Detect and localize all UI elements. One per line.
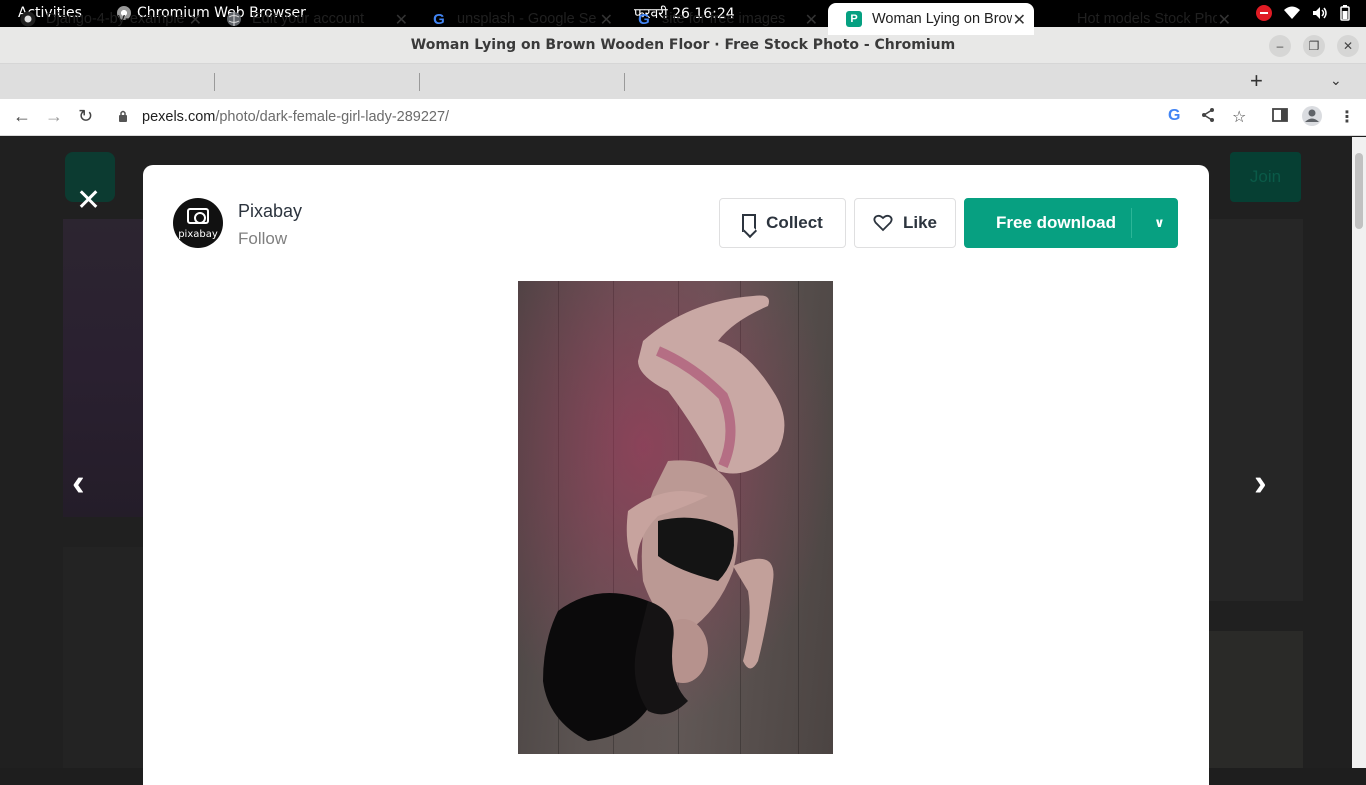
main-photo[interactable] [518,281,833,754]
tab-separator [214,73,215,91]
unsplash-icon [1052,12,1066,26]
background-join-button: Join [1230,152,1301,202]
like-label: Like [902,213,938,232]
collect-button[interactable]: Collect [719,198,846,248]
bookmark-star-icon[interactable]: ☆ [1232,107,1246,127]
scrollbar-thumb[interactable] [1355,153,1363,229]
address-bar[interactable]: pexels.com/photo/dark-female-girl-lady-2… [108,102,1258,132]
camera-icon [187,208,209,224]
globe-icon [227,12,241,26]
download-label: Free download [996,213,1116,232]
background-photo-tile [1209,631,1303,768]
chevron-down-icon[interactable]: ∨ [1142,215,1177,231]
close-window-button[interactable]: ✕ [1337,35,1359,57]
close-tab-icon[interactable]: ✕ [189,10,202,30]
close-tab-icon[interactable]: ✕ [1013,10,1026,30]
url-path: /photo/dark-female-girl-lady-289227/ [215,109,450,125]
avatar-brand-text: pixabay [178,229,218,240]
woman-figure-illustration [518,281,833,754]
collect-label: Collect [766,213,823,232]
tab-unsplash-search[interactable]: G unsplash - Google Search ✕ [413,3,621,35]
author-avatar[interactable]: pixabay [173,198,223,248]
like-button[interactable]: Like [854,198,956,248]
free-download-button[interactable]: Free download ∨ [964,198,1178,248]
pexels-icon: P [846,11,862,27]
google-icon: G [638,10,650,28]
url-text: pexels.com/photo/dark-female-girl-lady-2… [142,109,449,125]
tab-label: Django-4-by-example [46,11,185,27]
google-icon: G [433,10,445,28]
tab-separator [419,73,420,91]
tab-label: unsplash - Google Search [457,11,597,27]
minimize-button[interactable]: – [1269,35,1291,57]
close-tab-icon[interactable]: ✕ [600,10,613,30]
tab-search-chevron-icon[interactable]: ⌄ [1330,72,1342,89]
close-modal-icon[interactable]: ✕ [76,183,101,218]
page-scrollbar[interactable] [1352,137,1366,768]
tab-hot-models[interactable]: Hot models Stock Photos ✕ [1033,3,1239,35]
tab-pexels-active[interactable]: P Woman Lying on Brown Wooden Floor ✕ [828,3,1034,35]
tab-free-images-search[interactable]: G site for free images ✕ [618,3,826,35]
google-lens-icon[interactable]: G [1168,107,1180,125]
button-divider [1130,208,1132,238]
profile-avatar-icon[interactable] [1301,105,1323,127]
tab-label: Woman Lying on Brown Wooden Floor [872,11,1012,27]
close-tab-icon[interactable]: ✕ [805,10,818,30]
bookmark-icon [742,214,757,232]
author-name[interactable]: Pixabay [238,201,302,222]
browser-menu-icon[interactable]: ⋮ [1339,107,1355,127]
reload-button[interactable]: ↻ [78,106,93,127]
tab-edit-account[interactable]: Edit your account ✕ [208,3,416,35]
lock-icon [119,110,127,122]
next-photo-chevron-icon[interactable]: › [1254,462,1267,505]
do-not-disturb-icon [1256,5,1272,21]
tab-django[interactable]: Django-4-by-example ✕ [2,3,210,35]
follow-button[interactable]: Follow [238,229,287,249]
photo-modal: pixabay Pixabay Follow Collect Like Free… [143,165,1209,785]
tab-separator [624,73,625,91]
previous-photo-chevron-icon[interactable]: ‹ [72,462,85,505]
background-photo-tile [1209,219,1303,601]
tab-label: Edit your account [252,11,365,27]
volume-icon [1313,7,1327,19]
browser-toolbar: ← → ↻ pexels.com/photo/dark-female-girl-… [0,99,1366,136]
maximize-button[interactable]: ❐ [1303,35,1325,57]
share-icon[interactable] [1200,107,1216,123]
url-domain: pexels.com [142,109,216,125]
tab-strip [0,64,1366,99]
battery-icon [1340,5,1350,21]
close-tab-icon[interactable]: ✕ [395,10,408,30]
new-tab-button[interactable]: + [1250,68,1263,94]
back-button[interactable]: ← [13,106,31,127]
heart-icon [873,214,893,232]
github-icon [20,11,36,27]
tab-label: Hot models Stock Photos [1077,11,1217,27]
window-title: Woman Lying on Brown Wooden Floor · Free… [410,37,956,53]
forward-button[interactable]: → [45,106,63,127]
background-photo-tile [63,547,143,768]
close-tab-icon[interactable]: ✕ [1218,10,1231,30]
system-tray[interactable] [1256,5,1350,21]
tab-label: site for free images [662,11,786,27]
wifi-icon [1284,6,1300,19]
side-panel-icon[interactable] [1272,107,1288,123]
